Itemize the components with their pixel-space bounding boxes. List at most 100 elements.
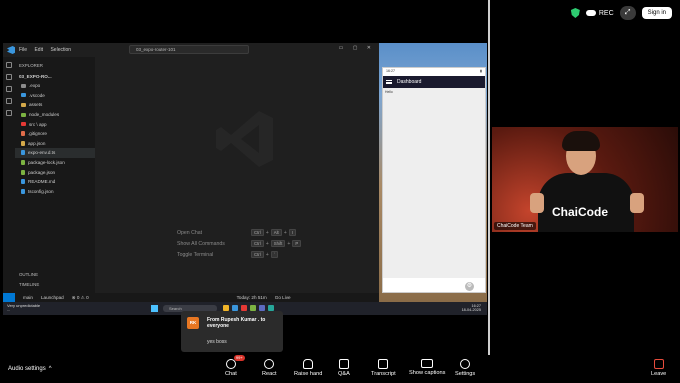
panel-divider[interactable]	[488, 0, 490, 355]
participant-video-tile[interactable]: ChaiCode ChaiCode Team	[492, 127, 678, 232]
chat-notification[interactable]: RK From Rupesh Kumar . to everyone yes b…	[181, 311, 283, 352]
shortcut-key: +	[265, 240, 269, 247]
transcript-button[interactable]: Transcript	[371, 359, 396, 377]
explorer-root-folder[interactable]: 03_EXPO-RO...	[15, 72, 95, 81]
folder-icon	[21, 112, 26, 117]
tree-file[interactable]: .gitignore	[15, 129, 95, 139]
gear-icon[interactable]: ⚙	[465, 282, 474, 291]
tree-folder[interactable]: .expo	[15, 81, 95, 91]
vscode-command-search[interactable]: 03_expo-router-101	[129, 45, 249, 54]
vscode-watermark-icon	[216, 111, 273, 167]
shortcut-key: `	[270, 251, 279, 258]
status-launchpad[interactable]: Launchpad	[41, 295, 64, 300]
tree-folder[interactable]: node_modules	[15, 110, 95, 120]
show-captions-button[interactable]: Show captions	[409, 359, 445, 376]
phone-statusbar: 16:27 ▮	[383, 68, 485, 76]
menu-edit[interactable]: Edit	[34, 47, 43, 53]
tree-file[interactable]: package-lock.json	[15, 158, 95, 168]
qa-button[interactable]: Q&A	[338, 359, 350, 377]
source-control-icon[interactable]	[6, 86, 12, 92]
menu-file[interactable]: File	[19, 47, 27, 53]
chat-button[interactable]: 99+ Chat	[225, 355, 245, 377]
vscode-statusbar: main Launchpad ⊗ 0 ⚠ 0 Today: 2h 51m Go …	[3, 293, 379, 302]
vscode-titlebar: File Edit Selection 03_expo-router-101 ▭…	[3, 43, 379, 57]
raise-hand-button[interactable]: Raise hand	[294, 359, 322, 377]
tree-item-label: tsconfig.json	[28, 188, 54, 194]
phone-time: 16:27	[386, 69, 395, 73]
phone-body: Hello	[383, 88, 485, 278]
sender-avatar: RK	[187, 317, 199, 329]
hamburger-menu-icon[interactable]	[386, 80, 392, 84]
tree-item-label: expo-env.d.ts	[28, 150, 56, 156]
timeline-section[interactable]: TIMELINE	[19, 282, 39, 287]
status-problems[interactable]: ⊗ 0 ⚠ 0	[72, 295, 89, 301]
participant-name: ChaiCode Team	[494, 222, 536, 230]
taskbar-weather[interactable]: Very unpredictable ...	[7, 304, 40, 312]
transcript-label: Transcript	[371, 371, 396, 377]
shortcut-key: Ctrl	[251, 240, 264, 247]
tree-file[interactable]: package.json	[15, 167, 95, 177]
rec-label: REC	[598, 9, 614, 17]
cc-icon	[421, 359, 434, 368]
tree-item-label: README.md	[28, 179, 56, 185]
tree-folder[interactable]: .vscode	[15, 91, 95, 101]
tree-folder[interactable]: assets	[15, 100, 95, 110]
file-icon	[21, 179, 25, 185]
shortcut-label: Open Chat	[177, 229, 203, 236]
search-icon[interactable]	[6, 74, 12, 80]
menu-selection[interactable]: Selection	[50, 47, 71, 53]
cloud-icon	[585, 10, 596, 16]
chat-icon: 99+	[225, 355, 245, 369]
react-button[interactable]: React	[262, 359, 277, 377]
shared-screen: File Edit Selection 03_expo-router-101 ▭…	[3, 43, 487, 315]
thumbs-up-right	[630, 193, 644, 213]
run-icon[interactable]	[6, 98, 12, 104]
shortcut-label: Show All Commands	[177, 240, 225, 247]
extensions-icon[interactable]	[6, 110, 12, 116]
tree-file[interactable]: README.md	[15, 177, 95, 187]
remote-indicator[interactable]	[3, 293, 15, 302]
explorer-title: EXPLORER	[19, 63, 43, 68]
qa-label: Q&A	[338, 371, 350, 377]
system-tray[interactable]: 16:27 18-04-2025	[462, 304, 481, 313]
vscode-menu: File Edit Selection	[19, 47, 77, 53]
expand-button[interactable]: ⤢	[619, 6, 636, 20]
tree-item-label: package.json	[28, 169, 56, 175]
outline-section[interactable]: OUTLINE	[19, 272, 38, 277]
status-branch[interactable]: main	[23, 295, 33, 300]
file-icon	[21, 188, 25, 194]
recording-indicator: REC	[585, 9, 614, 17]
shortcut-key: Alt	[270, 229, 282, 236]
meeting-toolbar: Audio settings ^ 99+ Chat React Raise ha…	[0, 355, 680, 383]
gear-icon	[460, 359, 471, 369]
shortcut-key: +	[287, 240, 291, 247]
tree-folder[interactable]: src \ app	[15, 119, 95, 129]
status-today[interactable]: Today: 2h 51m	[237, 295, 267, 300]
shortcut-key: +	[283, 229, 287, 236]
tree-item-label: node_modules	[29, 112, 60, 118]
tree-file[interactable]: expo-env.d.ts	[15, 148, 95, 158]
tree-file[interactable]: app.json	[15, 139, 95, 149]
sign-in-button[interactable]: Sign in	[641, 7, 672, 19]
chevron-up-icon: ^	[48, 366, 52, 372]
tray-date: 18-04-2025	[461, 308, 481, 313]
settings-button[interactable]: Settings	[455, 359, 475, 377]
react-label: React	[262, 371, 277, 377]
window-controls[interactable]: ▭ ▢ ✕	[339, 45, 375, 51]
tree-file[interactable]: tsconfig.json	[15, 187, 95, 197]
tree-item-label: package-lock.json	[28, 160, 65, 166]
audio-settings-button[interactable]: Audio settings ^	[8, 366, 52, 372]
raise-hand-label: Raise hand	[294, 371, 323, 377]
shortcut-key: P	[292, 240, 302, 247]
tree-item-label: src \ app	[29, 121, 47, 127]
files-icon[interactable]	[6, 62, 12, 68]
weather-line-1: Very unpredictable	[7, 303, 41, 308]
status-golive[interactable]: Go Live	[275, 295, 291, 300]
leave-door-icon	[653, 359, 664, 369]
phone-body-text: Hello	[385, 90, 393, 94]
tree-item-label: .vscode	[29, 92, 45, 98]
windows-start-icon[interactable]	[151, 305, 158, 312]
leave-button[interactable]: Leave	[651, 359, 666, 377]
hand-icon	[303, 359, 314, 369]
tree-item-label: assets	[29, 102, 43, 108]
